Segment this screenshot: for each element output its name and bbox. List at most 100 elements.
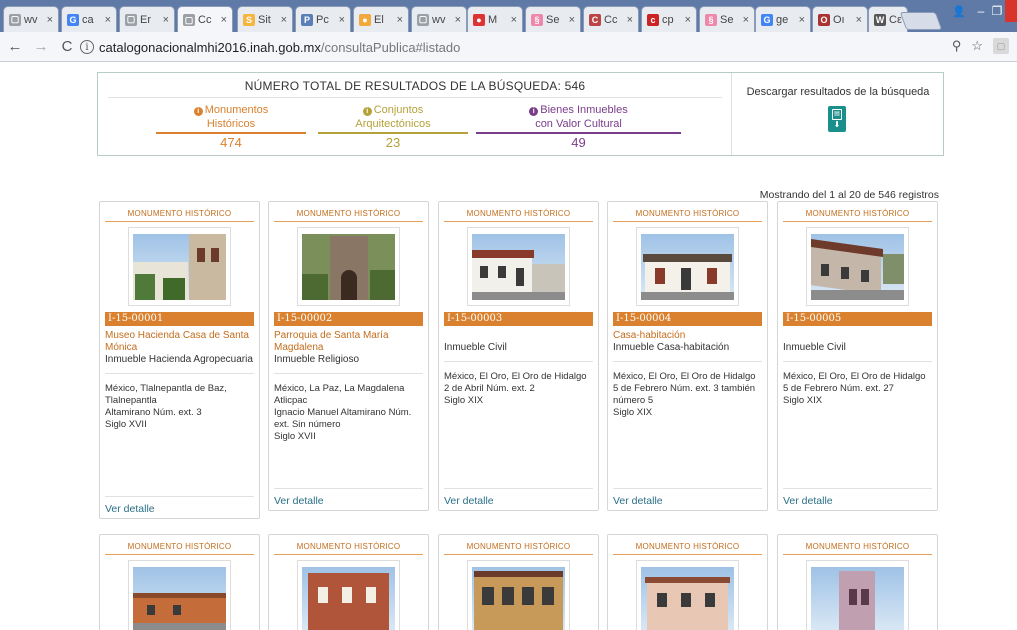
- reload-button[interactable]: C: [56, 36, 78, 58]
- restore-button[interactable]: ❐: [990, 0, 1004, 22]
- tab-close-icon[interactable]: ×: [799, 14, 805, 26]
- tab-close-icon[interactable]: ×: [743, 14, 749, 26]
- tab-close-icon[interactable]: ×: [105, 14, 111, 26]
- ver-detalle-link[interactable]: Ver detalle: [613, 495, 663, 507]
- address-line: 2 de Abril Núm. ext. 2: [444, 383, 535, 394]
- browser-tab[interactable]: ▢ wv ×: [411, 6, 467, 32]
- info-icon: i: [529, 107, 539, 116]
- card-photo[interactable]: [636, 560, 739, 630]
- tab-title: Se: [546, 13, 560, 26]
- tab-close-icon[interactable]: ×: [397, 14, 403, 26]
- card-address: México, El Oro, El Oro de Hidalgo 5 de Fe…: [613, 371, 762, 419]
- tab-close-icon[interactable]: ×: [47, 14, 53, 26]
- ver-detalle-link[interactable]: Ver detalle: [274, 495, 324, 507]
- url-input[interactable]: i catalogonacionalmhi2016.inah.gob.mx/co…: [80, 36, 940, 58]
- browser-tab[interactable]: ▢ Er ×: [119, 6, 175, 32]
- tab-close-icon[interactable]: ×: [627, 14, 633, 26]
- card-type-label: MONUMENTO HISTÓRICO: [127, 542, 232, 551]
- tab-close-icon[interactable]: ×: [685, 14, 691, 26]
- tab-favicon-icon: ▢: [183, 14, 195, 26]
- browser-tab[interactable]: ● M ×: [467, 6, 523, 32]
- browser-tab[interactable]: § Se ×: [699, 6, 755, 32]
- tab-close-icon[interactable]: ×: [163, 14, 169, 26]
- card-type-label: MONUMENTO HISTÓRICO: [635, 209, 740, 218]
- category-monumentos[interactable]: i Monumentos Históricos 474: [156, 103, 306, 150]
- user-profile-icon[interactable]: 👤: [948, 0, 970, 22]
- address-line: Ignacio Manuel Altamirano Núm. ext. Sin …: [274, 407, 412, 430]
- card-photo[interactable]: [636, 227, 739, 306]
- result-card: MONUMENTO HISTÓRICO: [438, 534, 599, 630]
- card-photo[interactable]: [297, 560, 400, 630]
- tab-favicon-icon: ▢: [125, 13, 137, 26]
- card-address: México, Tlalnepantla de Baz, Tlalnepantl…: [105, 383, 254, 431]
- tab-close-icon[interactable]: ×: [856, 14, 862, 26]
- browser-tab[interactable]: ● El ×: [353, 6, 409, 32]
- ver-detalle-link[interactable]: Ver detalle: [105, 503, 155, 515]
- pdf-extension-icon[interactable]: ▢: [993, 38, 1009, 54]
- tab-title: El: [374, 13, 384, 26]
- browser-tab-strip: ▢ wv × Gca × ▢ Er × ▢ Cc × S Sit × P Pc × ● El × ▢ wv × ● M × § Se ×…: [0, 0, 1017, 33]
- tab-favicon-icon: §: [531, 13, 543, 26]
- card-address: México, La Paz, La Magdalena Atlicpac Ign…: [274, 383, 423, 443]
- result-card: MONUMENTO HISTÓRICO: [268, 534, 429, 630]
- tab-close-icon[interactable]: ×: [221, 14, 227, 26]
- site-info-icon[interactable]: i: [80, 40, 94, 54]
- address-line: 5 de Febrero Núm. ext. 27: [783, 383, 894, 394]
- tab-favicon-icon: ●: [359, 13, 371, 26]
- result-card: MONUMENTO HISTÓRICO I-15-00003 Inmueble Ci…: [438, 201, 599, 511]
- card-photo[interactable]: [467, 227, 570, 306]
- browser-tab[interactable]: P Pc ×: [295, 6, 351, 32]
- browser-tab[interactable]: § Se ×: [525, 6, 581, 32]
- tab-close-icon[interactable]: ×: [281, 14, 287, 26]
- category-conjuntos[interactable]: i Conjuntos Arquitectónicos 23: [318, 103, 468, 150]
- address-line: 5 de Febrero Núm. ext. 3 también número …: [613, 383, 756, 406]
- category-bienes-inmuebles[interactable]: i Bienes Inmuebles con Valor Cultural 49: [476, 103, 681, 150]
- back-button[interactable]: ←: [4, 36, 26, 58]
- card-photo[interactable]: [806, 560, 909, 630]
- tab-favicon-icon: G: [67, 13, 79, 26]
- zoom-icon[interactable]: ⚲: [952, 38, 962, 54]
- back-arrow-icon: ←: [7, 38, 23, 55]
- card-kind: Inmueble Religioso: [274, 354, 360, 365]
- browser-tab[interactable]: O Oı ×: [812, 6, 868, 32]
- bookmark-star-icon[interactable]: ☆: [971, 38, 983, 54]
- tab-title: wv: [24, 13, 38, 26]
- browser-tab[interactable]: S Sit ×: [237, 6, 293, 32]
- card-photo[interactable]: [297, 227, 400, 306]
- address-line: México, El Oro, El Oro de Hidalgo: [444, 371, 587, 382]
- address-line: Siglo XIX: [783, 395, 823, 406]
- tab-title: ca: [82, 13, 94, 26]
- card-type-label: MONUMENTO HISTÓRICO: [805, 209, 910, 218]
- tab-favicon-icon: P: [301, 13, 313, 26]
- browser-tab[interactable]: ▢ Cc ×: [177, 6, 233, 33]
- tab-close-icon[interactable]: ×: [339, 14, 345, 26]
- browser-tab[interactable]: ▢ wv ×: [3, 6, 59, 32]
- new-tab-button[interactable]: [899, 12, 943, 30]
- ver-detalle-link[interactable]: Ver detalle: [444, 495, 494, 507]
- card-photo[interactable]: [806, 227, 909, 306]
- tab-title: M: [488, 13, 498, 26]
- category-count: 49: [571, 135, 586, 150]
- close-window-button[interactable]: [1005, 0, 1017, 22]
- tab-favicon-icon: S: [243, 13, 255, 26]
- tab-close-icon[interactable]: ×: [511, 14, 517, 26]
- ver-detalle-link[interactable]: Ver detalle: [783, 495, 833, 507]
- tab-title: Oı: [833, 13, 845, 26]
- forward-button[interactable]: →: [30, 36, 52, 58]
- browser-tab[interactable]: Gge ×: [755, 6, 811, 32]
- tab-close-icon[interactable]: ×: [569, 14, 575, 26]
- card-photo[interactable]: [128, 227, 231, 306]
- browser-tab[interactable]: Gca ×: [61, 6, 117, 32]
- tab-close-icon[interactable]: ×: [455, 14, 461, 26]
- browser-tab[interactable]: c cp ×: [641, 6, 697, 32]
- result-card: MONUMENTO HISTÓRICO I-15-00004 Casa-habita…: [607, 201, 768, 511]
- download-pdf-icon[interactable]: ▤ ⬇: [828, 106, 846, 132]
- card-kind: Inmueble Civil: [444, 342, 507, 353]
- category-count: 23: [385, 135, 401, 150]
- tab-title: Se: [720, 13, 734, 26]
- card-photo[interactable]: [128, 560, 231, 630]
- browser-tab[interactable]: C Cc ×: [583, 6, 639, 32]
- result-card: MONUMENTO HISTÓRICO: [607, 534, 768, 630]
- minimize-button[interactable]: –: [972, 0, 990, 22]
- card-photo[interactable]: [467, 560, 570, 630]
